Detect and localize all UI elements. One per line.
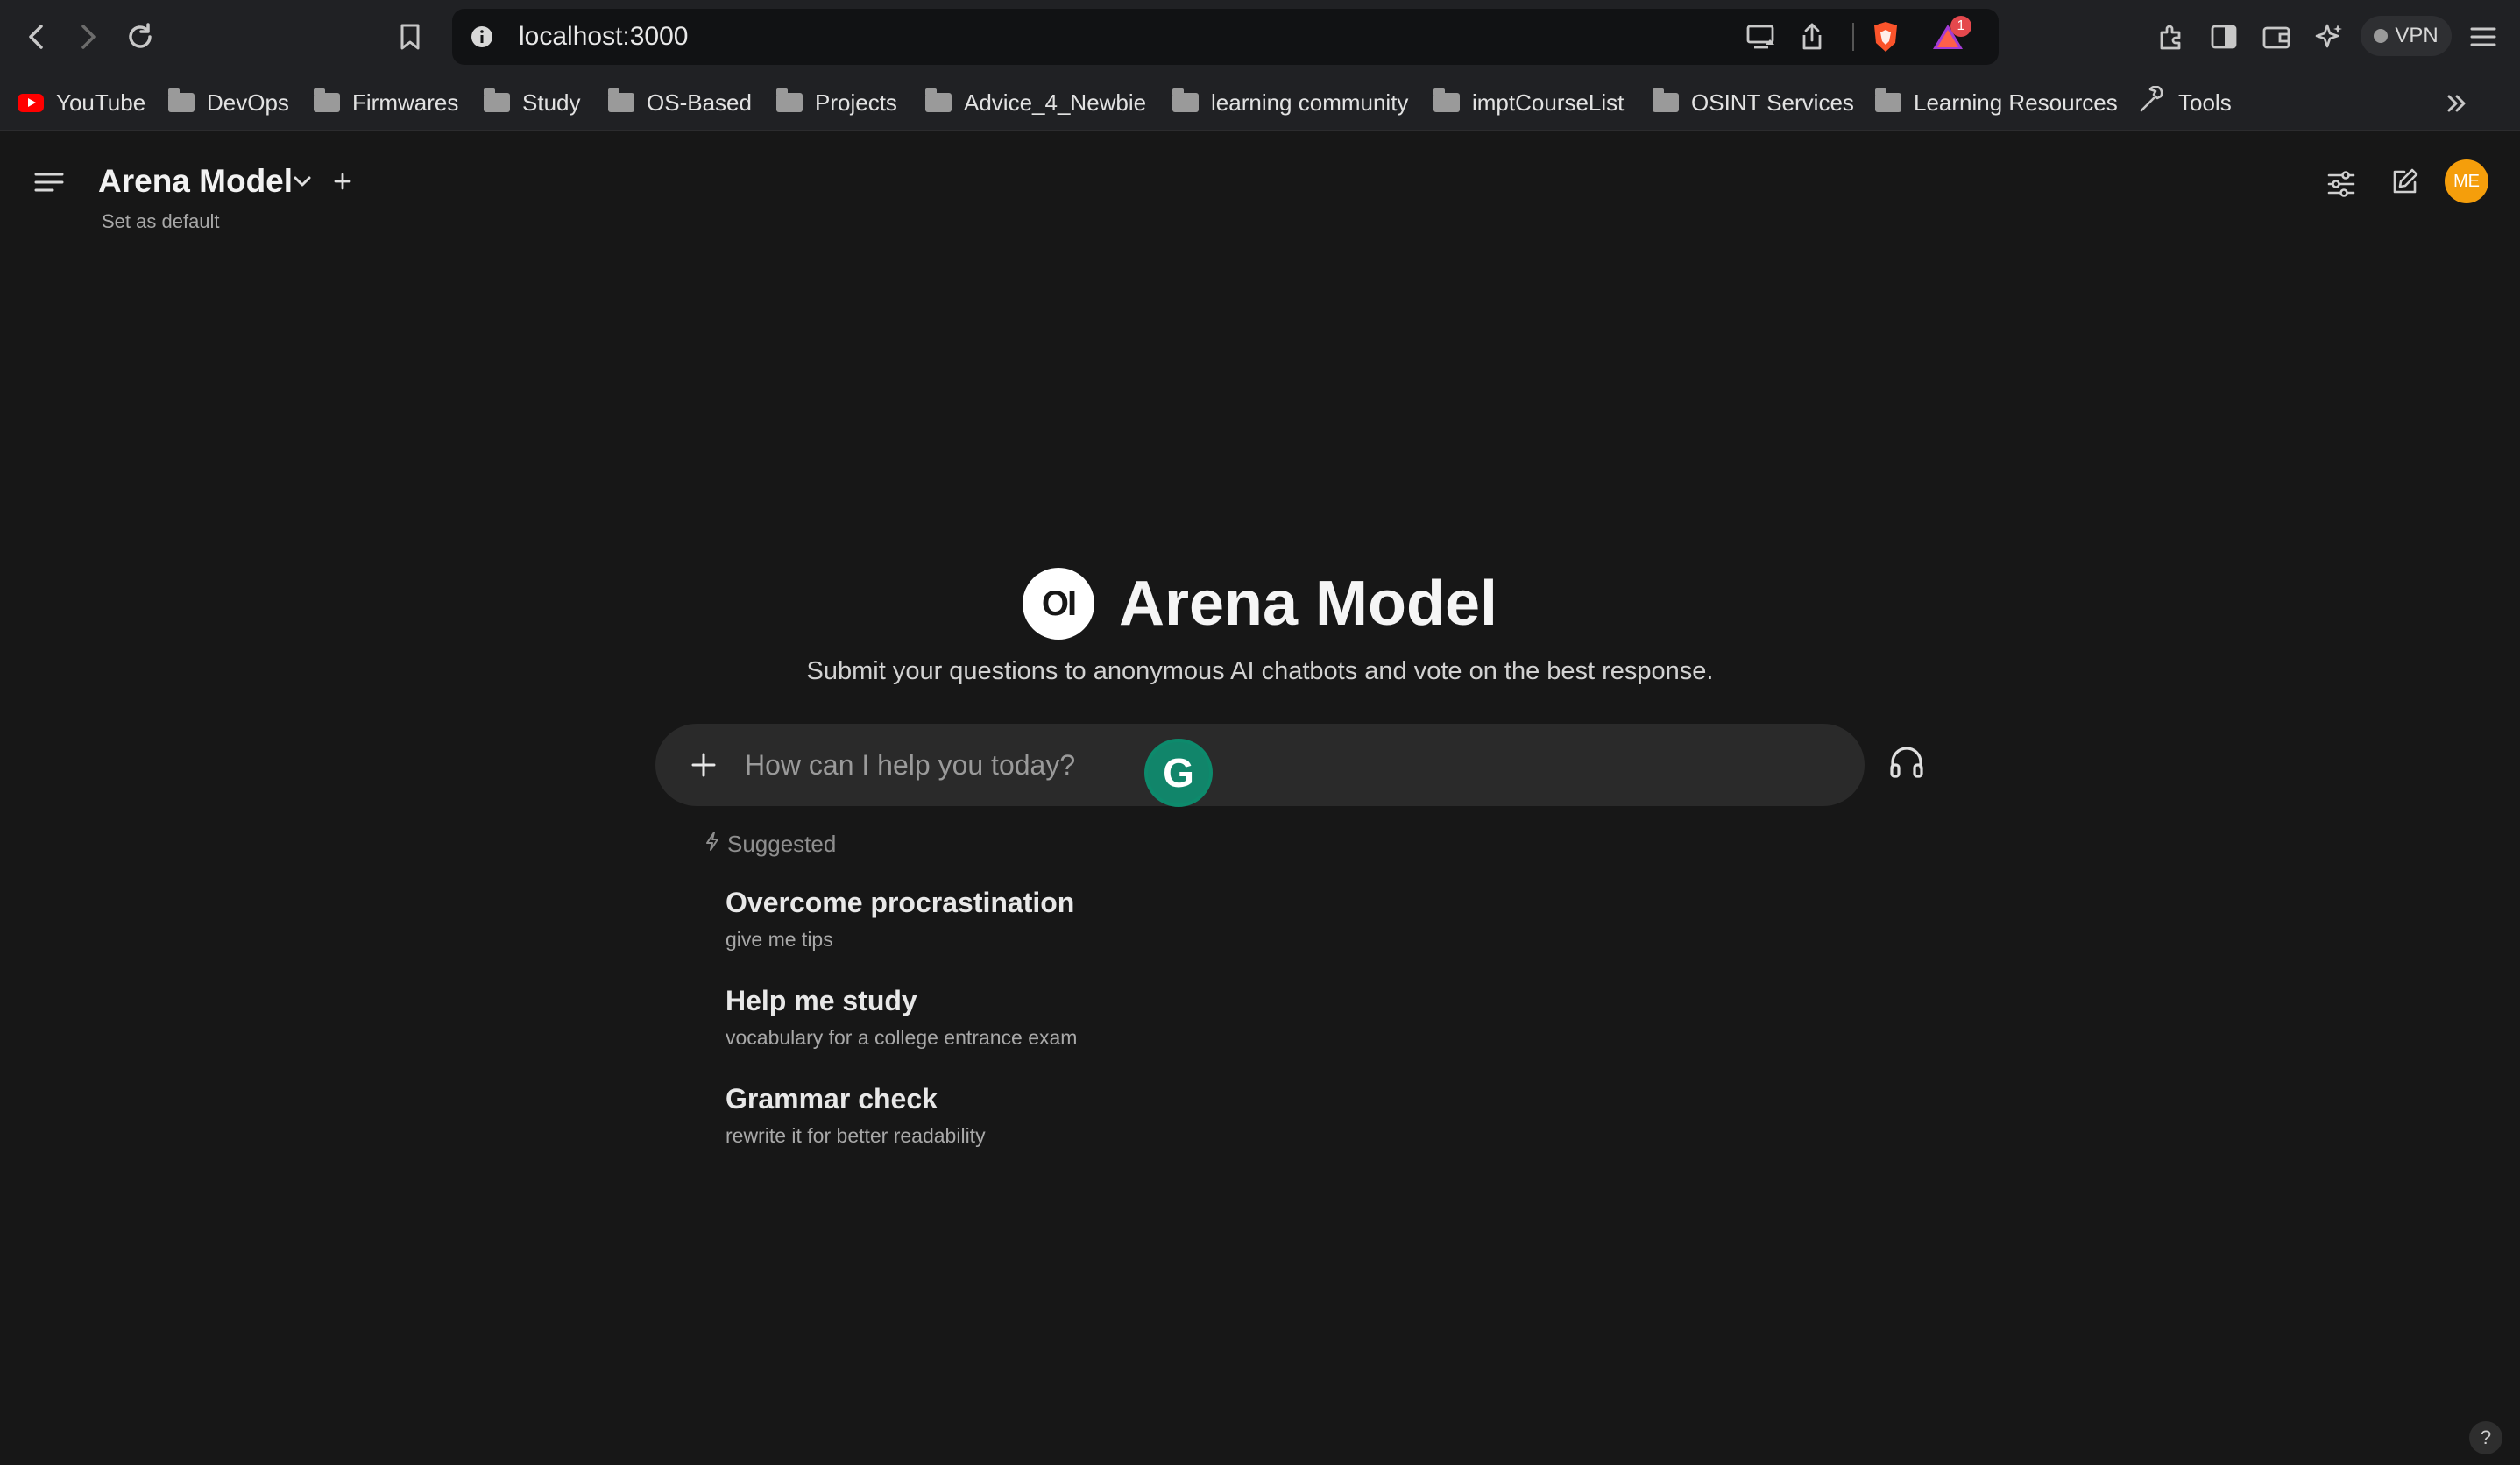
bookmark-label: learning community bbox=[1211, 88, 1409, 116]
app-main: Arena Model Set as default ME OI Arena M… bbox=[0, 131, 2520, 1465]
bookmark-devops[interactable]: DevOps bbox=[168, 74, 289, 131]
suggestion-title: Grammar check bbox=[726, 1083, 938, 1115]
bookmark-label: Advice_4_Newbie bbox=[964, 88, 1147, 116]
suggestion-title: Overcome procrastination bbox=[726, 887, 1075, 918]
suggestion-subtitle: vocabulary for a college entrance exam bbox=[726, 1026, 1078, 1049]
bookmark-label: Tools bbox=[2178, 88, 2232, 116]
bookmark-projects[interactable]: Projects bbox=[776, 74, 897, 131]
bookmark-page-icon[interactable] bbox=[393, 19, 428, 54]
bookmark-label: imptCourseList bbox=[1472, 88, 1625, 116]
vpn-button[interactable]: VPN bbox=[2361, 16, 2452, 56]
bookmark-label: YouTube bbox=[56, 88, 146, 116]
leo-ai-icon[interactable] bbox=[2310, 18, 2348, 56]
youtube-icon bbox=[18, 93, 44, 112]
folder-icon bbox=[1875, 88, 1901, 112]
share-icon[interactable] bbox=[1794, 19, 1830, 54]
brave-rewards-icon[interactable]: 1 bbox=[1926, 16, 1971, 56]
vpn-status-icon bbox=[2374, 29, 2389, 43]
suggestion-title: Help me study bbox=[726, 985, 917, 1016]
folder-icon bbox=[314, 88, 340, 112]
suggestion-item[interactable]: Overcome procrastination give me tips bbox=[726, 887, 1074, 952]
site-info-icon[interactable] bbox=[466, 21, 498, 53]
bookmark-label: Learning Resources bbox=[1914, 88, 2118, 116]
bookmark-imptcourselist[interactable]: imptCourseList bbox=[1433, 74, 1624, 131]
chat-input-container bbox=[655, 724, 1865, 806]
chat-input[interactable] bbox=[745, 724, 1709, 806]
bookmark-label: OS-Based bbox=[647, 88, 752, 116]
help-button[interactable]: ? bbox=[2469, 1421, 2502, 1454]
bookmark-advice-4-newbie[interactable]: Advice_4_Newbie bbox=[925, 74, 1146, 131]
folder-icon bbox=[925, 88, 952, 112]
bookmark-label: Projects bbox=[815, 88, 897, 116]
bolt-icon bbox=[704, 831, 720, 858]
folder-icon bbox=[1433, 88, 1460, 112]
suggestion-item[interactable]: Grammar check rewrite it for better read… bbox=[726, 1083, 986, 1148]
divider bbox=[1852, 23, 1854, 51]
reload-icon[interactable] bbox=[121, 18, 159, 56]
extensions-icon[interactable] bbox=[2152, 18, 2191, 56]
user-avatar[interactable]: ME bbox=[2445, 159, 2488, 203]
controls-icon[interactable] bbox=[2322, 165, 2361, 203]
wallet-icon[interactable] bbox=[2257, 18, 2296, 56]
add-model-icon[interactable] bbox=[329, 168, 356, 195]
browser-toolbar: localhost:3000 1 VPN bbox=[0, 0, 2520, 74]
bookmark-learning-community[interactable]: learning community bbox=[1172, 74, 1408, 131]
new-chat-icon[interactable] bbox=[2385, 163, 2424, 202]
folder-icon bbox=[776, 88, 803, 112]
brave-shields-icon[interactable] bbox=[1866, 18, 1905, 56]
hero: OI Arena Model bbox=[0, 568, 2520, 640]
suggestion-subtitle: rewrite it for better readability bbox=[726, 1124, 986, 1147]
hero-title: Arena Model bbox=[1118, 569, 1498, 639]
bookmark-label: DevOps bbox=[207, 88, 289, 116]
folder-icon bbox=[168, 88, 195, 112]
address-bar[interactable]: localhost:3000 1 bbox=[452, 9, 1999, 65]
bookmark-label: Study bbox=[522, 88, 581, 116]
hero-subtitle: Submit your questions to anonymous AI ch… bbox=[806, 657, 1714, 685]
bookmark-tools[interactable]: Tools bbox=[2138, 74, 2232, 131]
bookmark-study[interactable]: Study bbox=[484, 74, 581, 131]
openwebui-logo: OI bbox=[1022, 568, 1094, 640]
notification-badge: 1 bbox=[1950, 16, 1971, 37]
url-text[interactable]: localhost:3000 bbox=[519, 9, 688, 65]
browser-menu-icon[interactable] bbox=[2464, 18, 2502, 56]
model-selector[interactable]: Arena Model bbox=[98, 163, 293, 200]
more-bookmarks-icon[interactable] bbox=[2439, 86, 2474, 121]
bookmarks-bar: YouTube DevOps Firmwares Study OS-Based … bbox=[0, 74, 2520, 131]
folder-icon bbox=[1653, 88, 1679, 112]
folder-icon bbox=[1172, 88, 1199, 112]
folder-icon bbox=[608, 88, 634, 112]
headphones-icon[interactable] bbox=[1887, 743, 1931, 787]
forward-icon[interactable] bbox=[68, 18, 107, 56]
suggested-header: Suggested bbox=[704, 831, 836, 858]
sidebar-toggle-icon[interactable] bbox=[2205, 18, 2243, 56]
set-as-default-link[interactable]: Set as default bbox=[102, 210, 220, 233]
cast-icon[interactable] bbox=[1744, 19, 1779, 54]
suggestion-subtitle: give me tips bbox=[726, 928, 833, 951]
bookmark-os-based[interactable]: OS-Based bbox=[608, 74, 752, 131]
suggested-label: Suggested bbox=[727, 831, 837, 857]
bookmark-youtube[interactable]: YouTube bbox=[18, 74, 145, 131]
vpn-label: VPN bbox=[2395, 24, 2439, 47]
bookmark-firmwares[interactable]: Firmwares bbox=[314, 74, 458, 131]
chevron-down-icon[interactable] bbox=[289, 168, 315, 195]
bookmark-label: Firmwares bbox=[352, 88, 459, 116]
bookmark-label: OSINT Services bbox=[1691, 88, 1854, 116]
bookmark-learning-resources[interactable]: Learning Resources bbox=[1875, 74, 2118, 131]
sidebar-menu-icon[interactable] bbox=[30, 165, 68, 200]
back-icon[interactable] bbox=[18, 18, 56, 56]
suggestion-item[interactable]: Help me study vocabulary for a college e… bbox=[726, 985, 1077, 1050]
folder-icon bbox=[484, 88, 510, 112]
tools-icon bbox=[2138, 85, 2166, 120]
attach-plus-icon[interactable] bbox=[682, 743, 726, 787]
bookmark-osint-services[interactable]: OSINT Services bbox=[1653, 74, 1854, 131]
grammarly-icon[interactable]: G bbox=[1144, 739, 1213, 807]
